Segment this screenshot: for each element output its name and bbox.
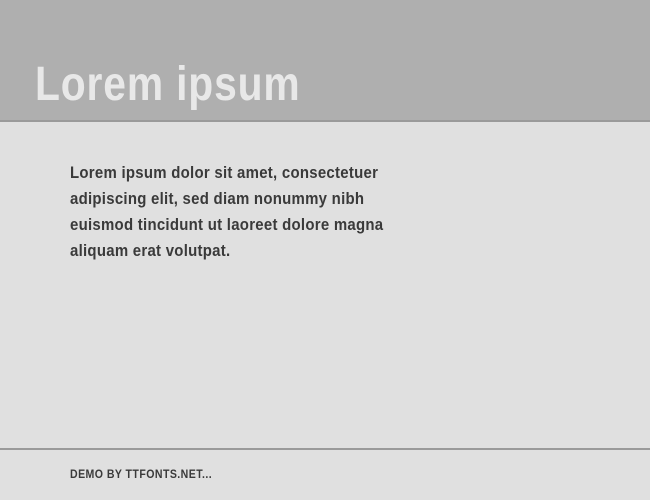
content-section: Lorem ipsum dolor sit amet, consectetuer… xyxy=(0,122,650,448)
page-title: Lorem ipsum xyxy=(35,57,301,112)
footer-section: DEMO BY TTFONTS.NET... xyxy=(0,448,650,498)
body-paragraph: Lorem ipsum dolor sit amet, consectetuer… xyxy=(70,160,387,264)
footer-credit: DEMO BY TTFONTS.NET... xyxy=(70,467,212,481)
header-section: Lorem ipsum xyxy=(0,0,650,122)
